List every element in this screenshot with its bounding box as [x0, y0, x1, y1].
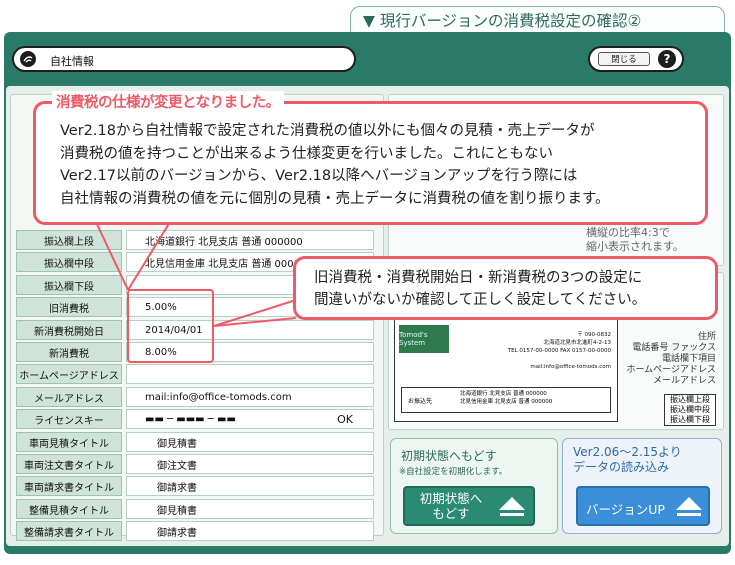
reset-button-label: 初期状態へ もどす — [415, 491, 487, 521]
version-up-title-line: Ver2.06～2.15より — [573, 445, 682, 459]
callout-line: 旧消費税・消費税開始日・新消費税の3つの設定に — [314, 270, 643, 286]
callout-line: 消費税の値を持つことが出来るよう仕様変更を行いました。これにともない — [60, 145, 553, 162]
tax-check-body: 旧消費税・消費税開始日・新消費税の3つの設定に 間違いがないか確認して正しく設定… — [314, 267, 646, 311]
version-up-button[interactable]: バージョンUP — [576, 486, 710, 526]
upload-icon — [499, 497, 525, 516]
reset-note: ※自社設定を初期化します。 — [399, 467, 508, 477]
callout-line: Ver2.17以前のバージョンから、Ver2.18以降へバージョンアップを行う際… — [60, 168, 578, 184]
callout-body: Ver2.18から自社情報で設定された消費税の値以外にも個々の見積・売上データが… — [60, 120, 610, 210]
callout-heading: 消費税の仕様が変更となりました。 — [52, 91, 284, 112]
callout-line: Ver2.18から自社情報で設定された消費税の値以外にも個々の見積・売上データが — [60, 123, 595, 139]
upload-icon — [676, 497, 702, 516]
version-up-button-label: バージョンUP — [586, 502, 665, 517]
version-up-title: Ver2.06～2.15より データの読み込み — [573, 445, 682, 475]
version-up-title-line: データの読み込み — [573, 460, 670, 474]
reset-title: 初期状態へもどす — [401, 449, 497, 463]
callout-line: 間違いがないか確認して正しく設定してください。 — [314, 292, 647, 308]
spec-change-callout: 消費税の仕様が変更となりました。 Ver2.18から自社情報で設定された消費税の… — [33, 91, 708, 225]
tax-check-callout: 旧消費税・消費税開始日・新消費税の3つの設定に 間違いがないか確認して正しく設定… — [293, 256, 718, 320]
reset-button[interactable]: 初期状態へ もどす — [403, 486, 535, 526]
callout-line: 自社情報の消費税の値を元に個別の見積・売上データに消費税の値を割り振ります。 — [60, 190, 610, 207]
reset-button-line: もどす — [432, 506, 470, 521]
reset-button-line: 初期状態へ — [419, 491, 483, 506]
